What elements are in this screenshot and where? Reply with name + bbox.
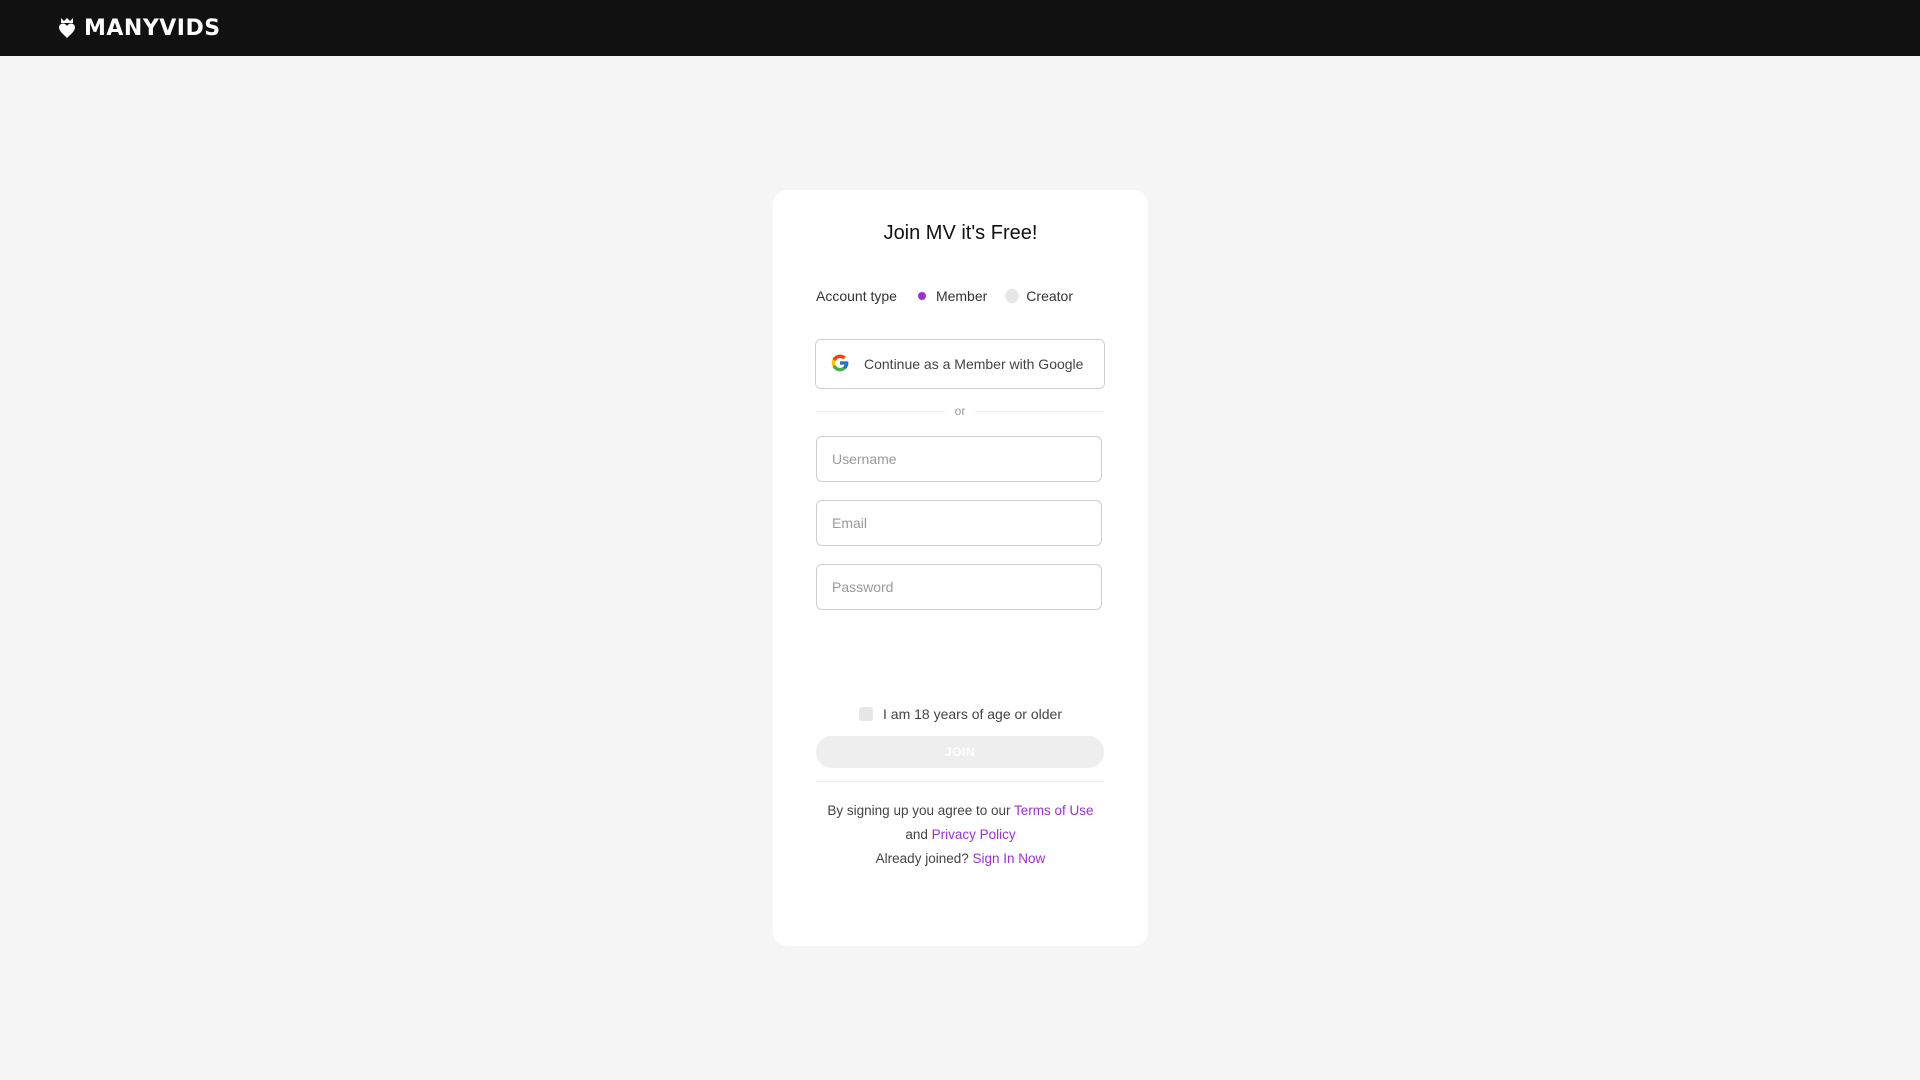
email-input[interactable] (816, 500, 1102, 546)
top-navigation-bar: MANYVIDS (0, 0, 1920, 56)
brand-name: MANYVIDS (84, 15, 221, 41)
or-divider: or (816, 404, 1105, 418)
join-button[interactable]: JOIN (816, 736, 1104, 768)
google-g-icon (816, 353, 864, 376)
heart-crown-logo-icon (58, 17, 76, 39)
account-type-label: Account type (816, 288, 897, 304)
brand-logo[interactable]: MANYVIDS (58, 16, 221, 41)
google-signup-button[interactable]: Continue as a Member with Google (815, 339, 1105, 389)
account-type-creator-option[interactable]: Creator (1005, 288, 1073, 304)
username-input[interactable] (816, 436, 1102, 482)
age-confirm-checkbox[interactable] (859, 707, 873, 721)
account-type-selector: Account type Member Creator (816, 288, 1091, 304)
member-radio-label: Member (935, 288, 988, 304)
creator-radio[interactable] (1005, 289, 1020, 303)
terms-of-use-link[interactable]: Terms of Use (1014, 803, 1094, 818)
age-confirmation: I am 18 years of age or older (773, 706, 1148, 722)
signup-title: Join MV it's Free! (883, 222, 1038, 244)
divider-line-left (816, 410, 945, 412)
or-label: or (954, 404, 966, 418)
password-input[interactable] (816, 564, 1102, 610)
google-button-label: Continue as a Member with Google (864, 356, 1084, 372)
privacy-policy-link[interactable]: Privacy Policy (932, 827, 1016, 842)
and-text: and (905, 827, 928, 842)
member-radio[interactable] (914, 289, 929, 303)
legal-prefix: By signing up you agree to our (827, 803, 1011, 818)
sign-in-now-link[interactable]: Sign In Now (973, 851, 1046, 866)
signup-card: Join MV it's Free! Account type Member C… (773, 190, 1148, 946)
creator-radio-label: Creator (1026, 288, 1073, 304)
legal-text: By signing up you agree to our Terms of … (773, 799, 1148, 871)
age-confirm-label[interactable]: I am 18 years of age or older (883, 706, 1062, 722)
already-joined-text: Already joined? (875, 851, 969, 866)
divider-line-right (975, 410, 1105, 412)
account-type-member-option[interactable]: Member (914, 288, 988, 304)
legal-divider (816, 781, 1104, 782)
